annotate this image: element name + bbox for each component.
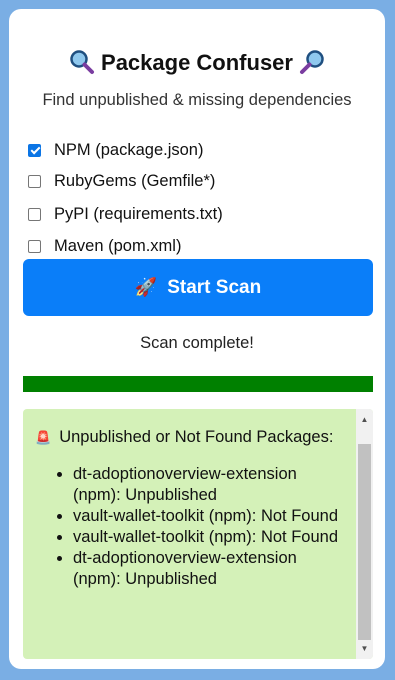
option-pypi[interactable]: PyPI (requirements.txt) bbox=[28, 203, 223, 225]
pypi-checkbox[interactable] bbox=[28, 207, 41, 221]
option-label: PyPI (requirements.txt) bbox=[54, 204, 223, 223]
rubygems-checkbox[interactable] bbox=[28, 174, 41, 188]
start-scan-label: Start Scan bbox=[167, 276, 262, 298]
page-title: Package Confuser bbox=[9, 49, 385, 77]
results-heading-text: Unpublished or Not Found Packages: bbox=[59, 428, 334, 446]
maven-checkbox[interactable] bbox=[28, 239, 41, 253]
start-scan-button[interactable]: 🚀 Start Scan bbox=[23, 259, 373, 316]
option-label: NPM (package.json) bbox=[54, 140, 204, 159]
magnifying-glass-icon bbox=[70, 50, 94, 74]
alarm-light-icon: 🚨 bbox=[35, 430, 52, 445]
results-content: 🚨 Unpublished or Not Found Packages: dt-a… bbox=[35, 427, 345, 590]
magnifying-glass-icon bbox=[300, 50, 324, 74]
scroll-up-arrow-icon[interactable]: ▲ bbox=[356, 411, 373, 428]
npm-checkbox[interactable] bbox=[28, 143, 41, 157]
progress-fill bbox=[23, 376, 373, 392]
title-text: Package Confuser bbox=[101, 50, 293, 75]
rocket-icon: 🚀 bbox=[134, 277, 158, 297]
option-npm[interactable]: NPM (package.json) bbox=[28, 139, 203, 161]
scroll-down-arrow-icon[interactable]: ▼ bbox=[356, 640, 373, 657]
option-label: Maven (pom.xml) bbox=[54, 236, 182, 255]
list-item: vault-wallet-toolkit (npm): Not Found bbox=[73, 506, 345, 527]
status-text: Scan complete! bbox=[140, 334, 254, 352]
list-item: dt-adoptionoverview-extension (npm): Unp… bbox=[73, 464, 345, 506]
list-item: dt-adoptionoverview-extension (npm): Unp… bbox=[73, 548, 345, 590]
results-heading: 🚨 Unpublished or Not Found Packages: bbox=[35, 427, 345, 448]
progress-bar bbox=[23, 376, 373, 392]
subtitle: Find unpublished & missing dependencies bbox=[42, 91, 352, 109]
option-rubygems[interactable]: RubyGems (Gemfile*) bbox=[28, 170, 215, 192]
results-list: dt-adoptionoverview-extension (npm): Unp… bbox=[35, 464, 345, 590]
option-label: RubyGems (Gemfile*) bbox=[54, 171, 216, 190]
results-scrollbar[interactable]: ▲ ▼ bbox=[356, 409, 373, 659]
option-maven[interactable]: Maven (pom.xml) bbox=[28, 235, 181, 257]
popup-card: Package Confuser Find unpublished & miss… bbox=[9, 9, 385, 669]
list-item: vault-wallet-toolkit (npm): Not Found bbox=[73, 527, 345, 548]
scroll-thumb[interactable] bbox=[358, 444, 371, 640]
results-panel[interactable]: 🚨 Unpublished or Not Found Packages: dt-a… bbox=[23, 409, 373, 659]
